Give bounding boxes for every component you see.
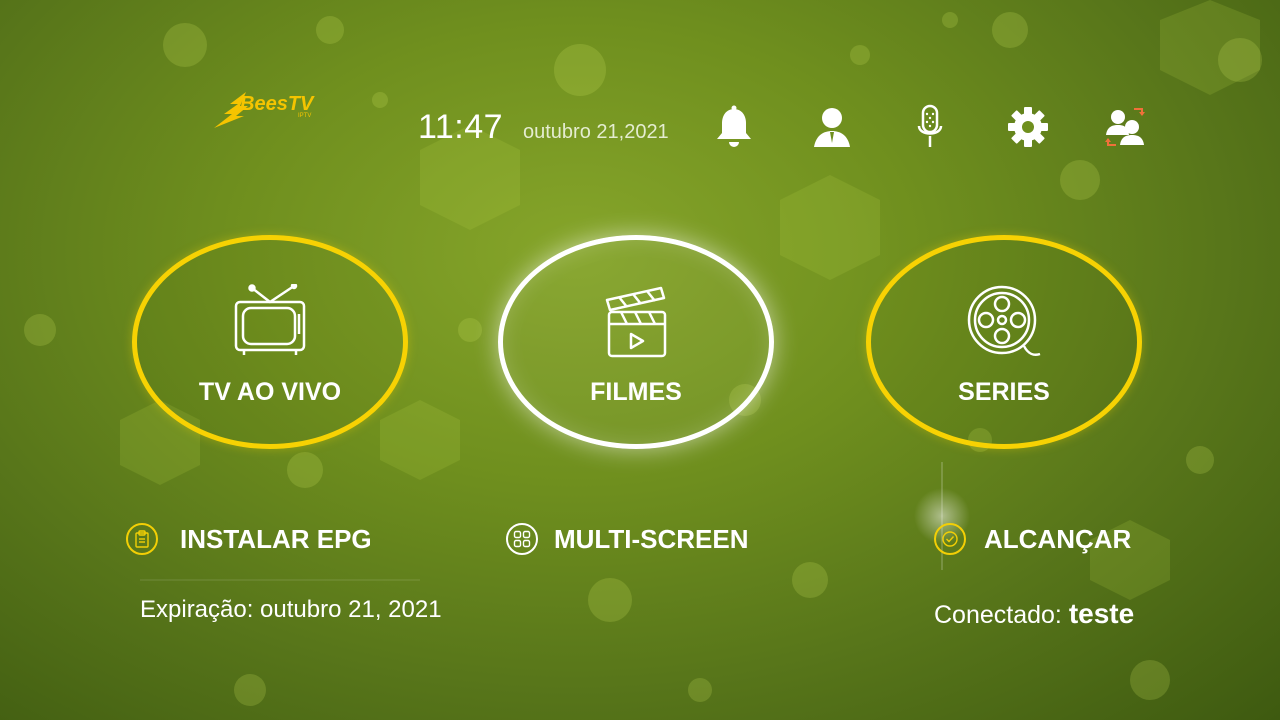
connection-status: Conectado: teste xyxy=(934,598,1134,630)
microphone-icon xyxy=(917,104,943,147)
clock: 11:47 xyxy=(418,108,504,146)
tv-icon xyxy=(232,282,308,363)
multi-screen-button[interactable]: MULTI-SCREEN xyxy=(506,523,749,555)
user-icon xyxy=(814,108,850,147)
settings-button[interactable] xyxy=(1006,104,1050,150)
install-epg-button[interactable]: INSTALAR EPG xyxy=(126,523,372,555)
connected-label: Conectado: xyxy=(934,601,1062,629)
brand-name: BeesTV xyxy=(240,93,315,115)
tile-movies[interactable]: FILMES xyxy=(498,235,774,449)
check-circle-icon xyxy=(934,523,966,555)
notifications-button[interactable] xyxy=(712,104,756,150)
voice-search-button[interactable] xyxy=(908,104,952,150)
tile-live-tv[interactable]: TV AO VIVO xyxy=(132,235,408,449)
account-button[interactable] xyxy=(810,104,854,150)
tile-label: TV AO VIVO xyxy=(198,378,342,406)
action-label: INSTALAR EPG xyxy=(180,523,372,554)
action-label: ALCANÇAR xyxy=(984,523,1132,554)
expiration-date: Expiração: outubro 21, 2021 xyxy=(140,596,442,623)
connected-user: teste xyxy=(1068,598,1135,629)
film-reel-icon xyxy=(966,284,1042,365)
clapperboard-icon xyxy=(601,284,671,365)
action-label: MULTI-SCREEN xyxy=(554,523,749,554)
tile-label: FILMES xyxy=(590,378,682,406)
gear-icon xyxy=(1008,107,1048,147)
reach-button[interactable]: ALCANÇAR xyxy=(934,523,1131,555)
grid-icon xyxy=(506,523,538,555)
tile-label: SERIES xyxy=(958,378,1050,406)
switch-user-button[interactable] xyxy=(1104,104,1148,150)
switch-user-icon xyxy=(1105,108,1145,146)
date: outubro 21,2021 xyxy=(523,121,669,143)
brand-sub: IPTV xyxy=(298,113,311,119)
tile-series[interactable]: SERIES xyxy=(866,235,1142,449)
beestv-logo: BeesTV IPTV xyxy=(210,84,320,132)
bell-icon xyxy=(717,105,751,147)
clipboard-icon xyxy=(126,523,158,555)
